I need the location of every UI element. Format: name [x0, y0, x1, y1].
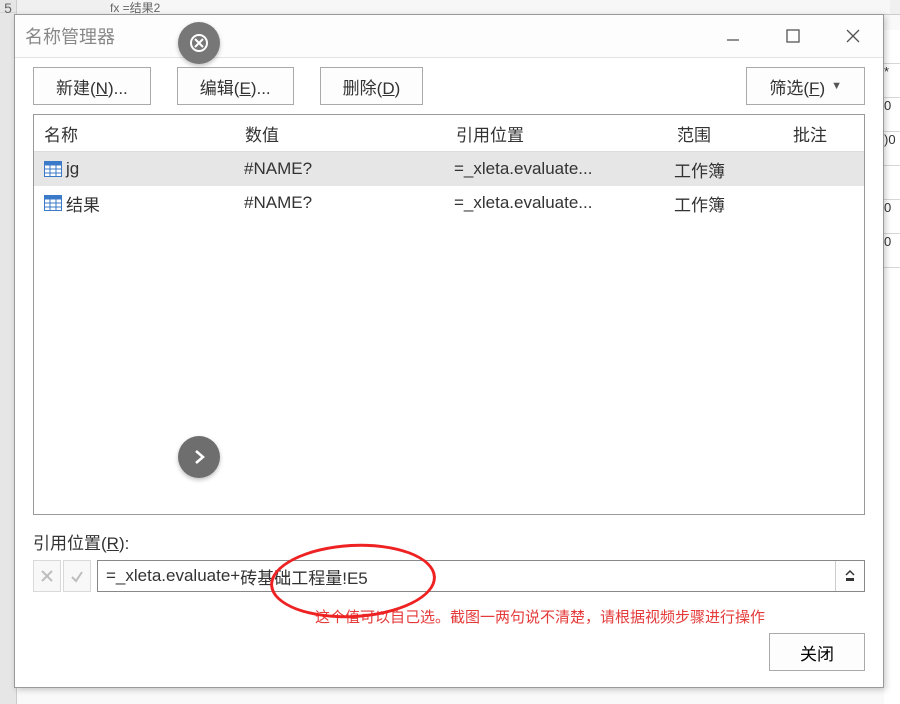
table-row[interactable]: 结果#NAME?=_xleta.evaluate...工作簿 — [34, 186, 864, 220]
new-button-label: 新建(N)... — [56, 74, 128, 99]
formula-bar-remnant: fx =结果2 — [110, 0, 890, 14]
col-name[interactable]: 名称 — [34, 115, 235, 151]
edit-button[interactable]: 编辑(E)... — [177, 67, 294, 105]
dialog-title: 名称管理器 — [25, 23, 115, 49]
reference-label: 引用位置(R): — [33, 529, 865, 554]
cell-value: #NAME? — [234, 155, 444, 183]
col-ref[interactable]: 引用位置 — [446, 115, 667, 151]
dialog-titlebar: 名称管理器 — [15, 15, 883, 58]
names-list: 名称 数值 引用位置 范围 批注 jg#NAME?=_xleta.evaluat… — [33, 114, 865, 515]
dialog-footer: 关闭 — [15, 627, 883, 687]
overlay-next-circle[interactable] — [178, 436, 220, 478]
delete-button-label: 删除(D) — [343, 74, 401, 99]
delete-button[interactable]: 删除(D) — [320, 67, 424, 105]
ref-value-highlight: 砖基础工程量!E5 — [240, 564, 368, 589]
filter-button[interactable]: 筛选(F) ▼ — [746, 67, 865, 105]
close-button[interactable]: 关闭 — [769, 633, 865, 671]
collapse-dialog-button[interactable] — [835, 561, 864, 591]
ref-cancel-button[interactable] — [33, 560, 61, 592]
cell-ref: =_xleta.evaluate... — [444, 189, 664, 217]
cell-name: jg — [34, 155, 234, 183]
cell-ref: =_xleta.evaluate... — [444, 155, 664, 183]
reference-section: 引用位置(R): =_xleta.evaluate+砖基础工程量!E5 — [33, 529, 865, 592]
edit-button-label: 编辑(E)... — [200, 74, 271, 99]
dialog-toolbar: 新建(N)... 编辑(E)... 删除(D) 筛选(F) ▼ — [15, 58, 883, 114]
reference-row: =_xleta.evaluate+砖基础工程量!E5 — [33, 560, 865, 592]
filter-button-label: 筛选(F) — [769, 74, 825, 99]
ref-confirm-button[interactable] — [63, 560, 91, 592]
reference-input[interactable]: =_xleta.evaluate+砖基础工程量!E5 — [97, 560, 865, 592]
overlay-close-circle[interactable] — [178, 22, 220, 64]
maximize-button[interactable] — [763, 15, 823, 57]
list-header: 名称 数值 引用位置 范围 批注 — [34, 115, 864, 152]
cell-comment — [779, 165, 864, 173]
cell-scope: 工作簿 — [664, 153, 779, 186]
table-row[interactable]: jg#NAME?=_xleta.evaluate...工作簿 — [34, 152, 864, 186]
dropdown-arrow-icon: ▼ — [831, 80, 842, 92]
cell-value: #NAME? — [234, 189, 444, 217]
cell-scope: 工作簿 — [664, 187, 779, 220]
annotation-text: 这个值可以自己选。截图一两句说不清楚，请根据视频步骤进行操作 — [15, 606, 865, 627]
partial-right-column: *0)000 — [884, 30, 900, 704]
ref-value-prefix: =_xleta.evaluate+ — [106, 566, 240, 586]
new-button[interactable]: 新建(N)... — [33, 67, 151, 105]
window-close-button[interactable] — [823, 15, 883, 57]
cell-name: 结果 — [34, 187, 234, 220]
col-comment[interactable]: 批注 — [783, 115, 864, 151]
formula-text: fx =结果2 — [110, 1, 160, 15]
col-scope[interactable]: 范围 — [667, 115, 783, 151]
cell-comment — [779, 199, 864, 207]
minimize-button[interactable] — [703, 15, 763, 57]
list-body[interactable]: jg#NAME?=_xleta.evaluate...工作簿结果#NAME?=_… — [34, 152, 864, 514]
name-manager-dialog: 名称管理器 新建(N)... 编辑(E)... 删除(D) 筛选(F) ▼ 名称… — [14, 14, 884, 688]
col-value[interactable]: 数值 — [235, 115, 446, 151]
